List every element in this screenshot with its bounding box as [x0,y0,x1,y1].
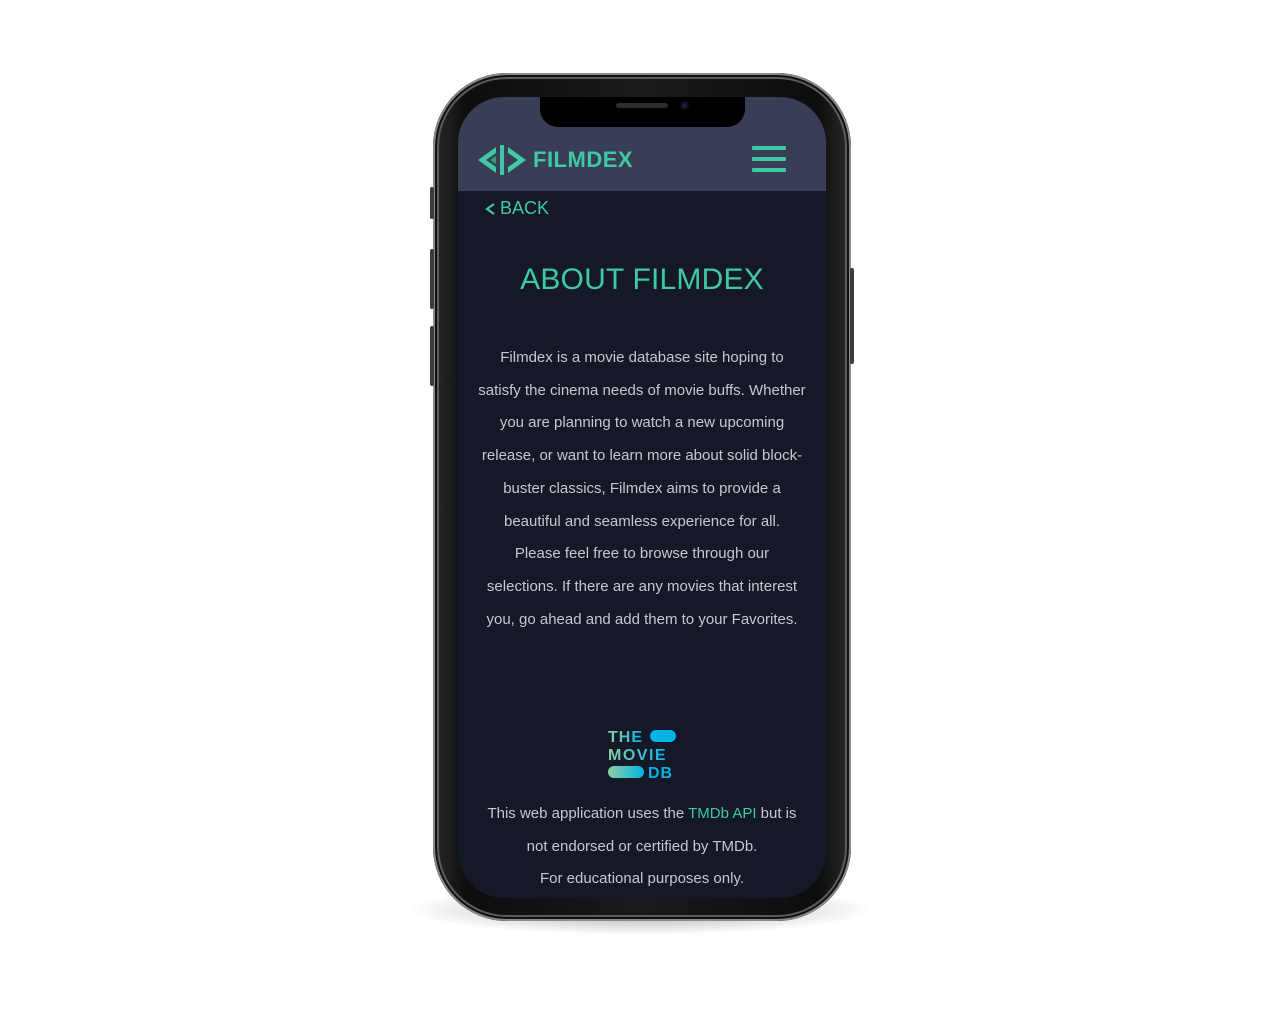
hamburger-menu-button[interactable] [752,146,786,172]
tmdb-logo-pill-top [650,730,676,742]
tmdb-logo: THE MOVIE DB [608,729,676,782]
phone-screen: FILMDEX BACK ABOUT FILMDEX Filmdex is a … [458,97,826,898]
about-description: Filmdex is a movie database site hoping … [478,342,806,636]
phone-volume-down [430,326,434,386]
phone-notch [540,97,745,127]
front-camera [680,101,689,110]
footer-prefix: This web application uses the [487,805,689,822]
speaker-grille [616,103,668,108]
hamburger-menu-icon-bar [752,157,786,161]
footer-attribution: This web application uses the TMDb API b… [476,798,808,863]
filmdex-logo[interactable]: FILMDEX [476,143,633,177]
tmdb-logo-db: DB [648,765,673,782]
page-title: ABOUT FILMDEX [520,263,764,296]
phone-volume-up [430,249,434,309]
footer: This web application uses the TMDb API b… [476,798,808,896]
hamburger-menu-icon-bar [752,168,786,172]
tmdb-logo-movie: MOVIE [608,747,667,764]
tmdb-logo-the: THE [608,729,643,746]
tmdb-api-link[interactable]: TMDb API [688,805,756,822]
back-label: BACK [500,198,550,218]
back-link[interactable]: BACK [484,198,549,219]
hamburger-menu-icon [752,146,786,150]
phone-power-button [850,268,854,364]
chevron-left-icon [485,202,495,215]
phone-mute-switch [430,187,434,219]
about-paragraph-2: Please feel free to browse through our s… [486,545,798,628]
logo-text: FILMDEX [533,147,634,172]
footer-note: For educational purposes only. [539,870,744,888]
about-paragraph-1: Filmdex is a movie database site hoping … [478,349,806,530]
filmdex-logo-icon [478,145,526,175]
tmdb-logo-pill-bottom [608,766,644,778]
